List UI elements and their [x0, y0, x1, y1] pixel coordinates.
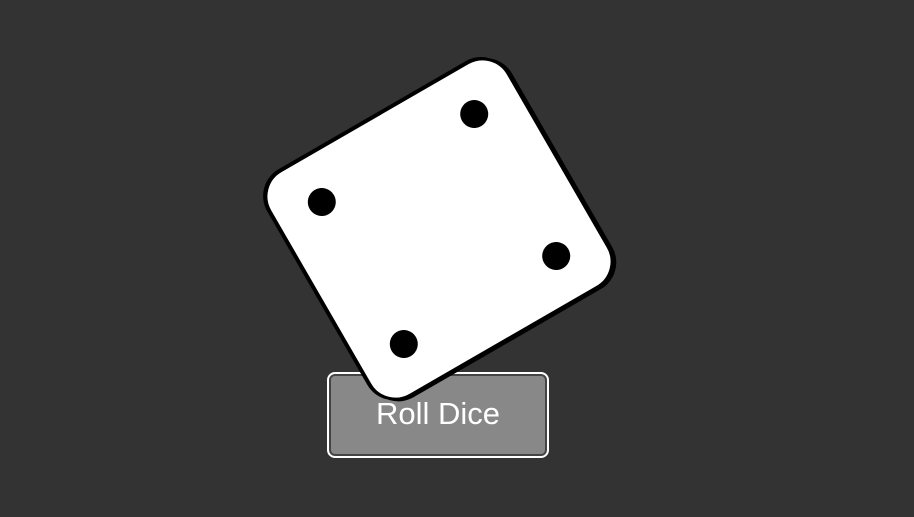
die-pip-top-right [455, 94, 494, 134]
die [254, 47, 624, 411]
roll-dice-button[interactable]: Roll Dice [327, 372, 549, 458]
game-stage: Roll Dice [0, 0, 914, 517]
die-pip-top-left [302, 182, 341, 222]
die-pip-bottom-left [384, 324, 423, 364]
die-pip-bottom-right [537, 236, 576, 276]
